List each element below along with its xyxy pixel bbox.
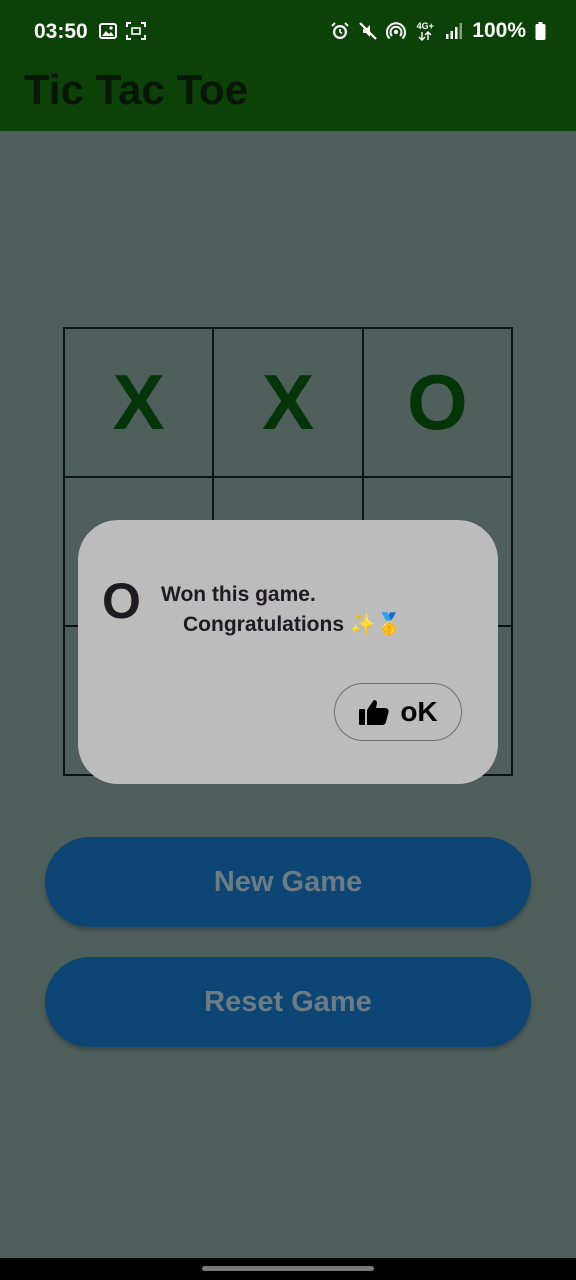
status-left-icons: [98, 21, 146, 41]
status-bar: 03:50 4G+ 100%: [0, 0, 576, 60]
reset-game-button[interactable]: Reset Game: [45, 957, 531, 1047]
hotspot-icon: [386, 21, 407, 41]
battery-percent: 100%: [472, 19, 526, 42]
winner-dialog: O Won this game. Congratulations ✨🥇 oK: [78, 520, 498, 784]
image-icon: [98, 21, 118, 41]
ok-button[interactable]: oK: [334, 683, 462, 741]
ok-button-label: oK: [400, 696, 438, 727]
thumbs-up-icon: [358, 698, 390, 726]
board-cell[interactable]: X: [64, 328, 214, 477]
board-cell[interactable]: O: [362, 328, 512, 477]
status-right-icons: 4G+ 100%: [330, 19, 546, 43]
dialog-message-line2: Congratulations ✨🥇: [183, 613, 403, 636]
battery-icon: [534, 21, 546, 41]
board-cell[interactable]: X: [213, 328, 363, 477]
gesture-handle[interactable]: [202, 1266, 374, 1271]
screenshot-icon: [126, 21, 146, 41]
mute-icon: [358, 21, 378, 41]
dialog-message-line1: Won this game.: [161, 583, 316, 606]
network-4g-icon: 4G+: [414, 21, 436, 41]
signal-icon: [444, 21, 464, 41]
app-title: Tic Tac Toe: [24, 66, 249, 113]
alarm-icon: [330, 21, 350, 41]
app-bar: Tic Tac Toe: [0, 60, 576, 131]
network-label: 4G+: [416, 20, 434, 31]
new-game-button[interactable]: New Game: [45, 837, 531, 927]
status-time: 03:50: [34, 20, 88, 43]
navigation-bar: [0, 1258, 576, 1280]
winner-symbol: O: [102, 573, 141, 629]
